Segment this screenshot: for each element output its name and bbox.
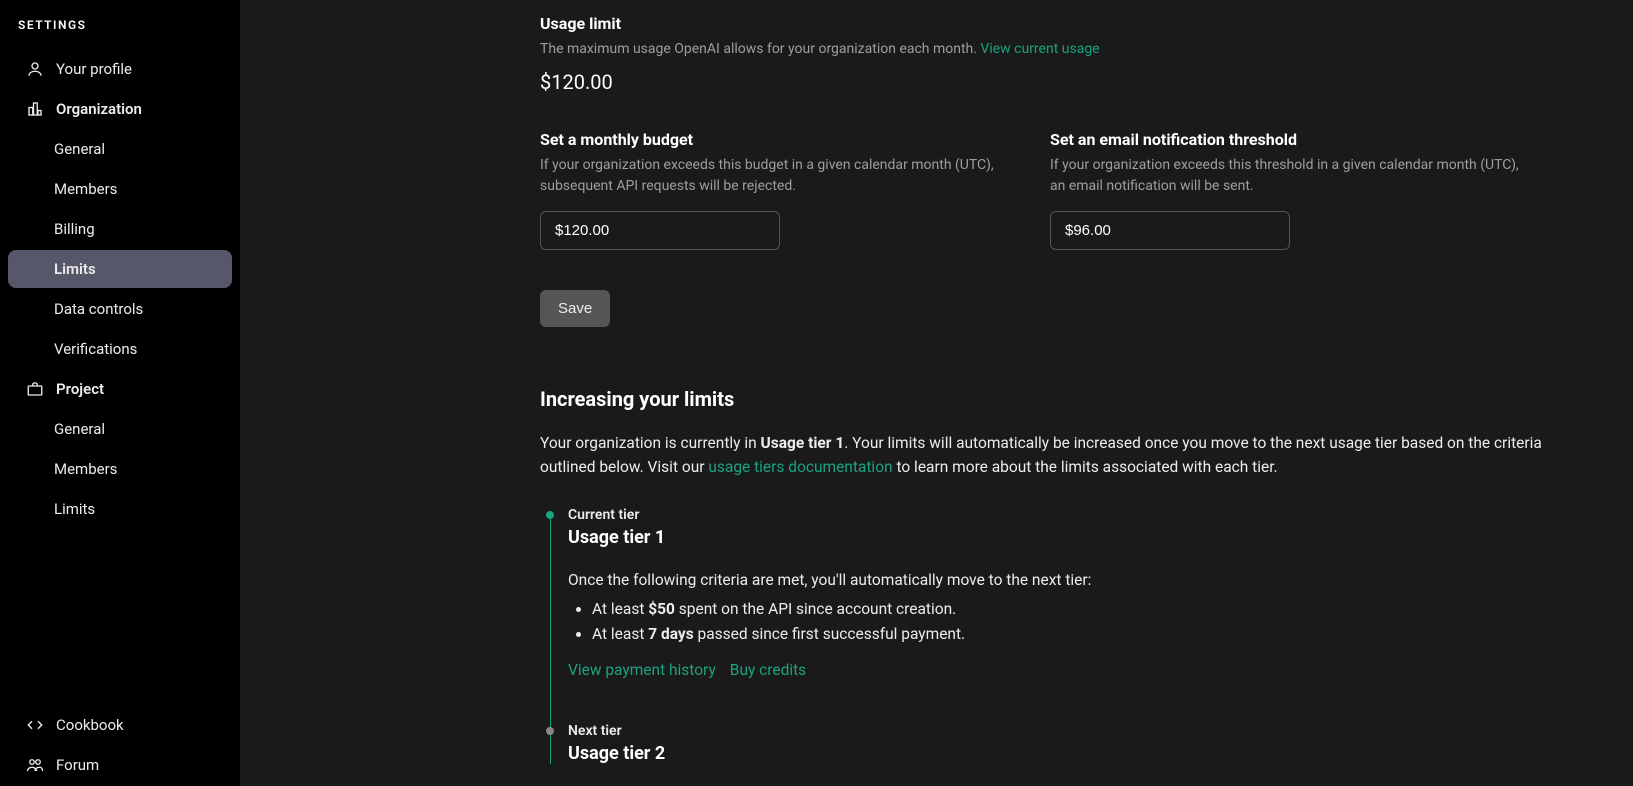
settings-sidebar: SETTINGS Your profile Organization Gener… bbox=[0, 0, 240, 786]
increasing-paragraph: Your organization is currently in Usage … bbox=[540, 431, 1573, 479]
sidebar-item-label: General bbox=[54, 140, 105, 158]
sidebar-item-org-general[interactable]: General bbox=[8, 130, 232, 168]
increasing-limits-section: Increasing your limits Your organization… bbox=[540, 387, 1573, 764]
usage-limit-desc: The maximum usage OpenAI allows for your… bbox=[540, 39, 1573, 60]
sidebar-item-label: Your profile bbox=[56, 60, 132, 78]
current-tier-name: Usage tier 1 bbox=[568, 527, 1573, 548]
current-tier-block: Current tier Usage tier 1 Once the follo… bbox=[568, 507, 1573, 683]
building-icon bbox=[26, 100, 44, 118]
sidebar-item-label: Data controls bbox=[54, 300, 143, 318]
criteria-spend: At least $50 spent on the API since acco… bbox=[592, 597, 1573, 622]
email-threshold-block: Set an email notification threshold If y… bbox=[1050, 130, 1520, 250]
sidebar-item-label: Members bbox=[54, 180, 117, 198]
sidebar-item-label: Billing bbox=[54, 220, 95, 238]
sidebar-item-label: Verifications bbox=[54, 340, 137, 358]
code-icon bbox=[26, 716, 44, 734]
next-tier-label: Next tier bbox=[568, 723, 1573, 739]
usage-tiers-doc-link[interactable]: usage tiers documentation bbox=[708, 458, 892, 476]
user-icon bbox=[26, 60, 44, 78]
current-tier-label: Current tier bbox=[568, 507, 1573, 523]
sidebar-item-forum[interactable]: Forum bbox=[8, 746, 232, 784]
sidebar-item-label: Limits bbox=[54, 500, 95, 518]
current-tier-dot-icon bbox=[546, 511, 554, 519]
sidebar-header: SETTINGS bbox=[0, 12, 240, 50]
sidebar-item-proj-members[interactable]: Members bbox=[8, 450, 232, 488]
increasing-heading: Increasing your limits bbox=[540, 387, 1573, 411]
sidebar-item-label: Project bbox=[56, 380, 104, 398]
sidebar-item-project[interactable]: Project bbox=[8, 370, 232, 408]
people-icon bbox=[26, 756, 44, 774]
email-threshold-input[interactable] bbox=[1050, 211, 1290, 250]
next-tier-name: Usage tier 2 bbox=[568, 743, 1573, 764]
sidebar-item-label: General bbox=[54, 420, 105, 438]
view-payment-history-link[interactable]: View payment history bbox=[568, 658, 716, 683]
sidebar-item-org-billing[interactable]: Billing bbox=[8, 210, 232, 248]
sidebar-item-org-verifications[interactable]: Verifications bbox=[8, 330, 232, 368]
monthly-budget-desc: If your organization exceeds this budget… bbox=[540, 155, 1010, 197]
usage-limit-title: Usage limit bbox=[540, 14, 1573, 33]
sidebar-item-org-data-controls[interactable]: Data controls bbox=[8, 290, 232, 328]
main-content: Usage limit The maximum usage OpenAI all… bbox=[240, 0, 1633, 786]
monthly-budget-title: Set a monthly budget bbox=[540, 130, 1010, 149]
email-threshold-title: Set an email notification threshold bbox=[1050, 130, 1520, 149]
briefcase-icon bbox=[26, 380, 44, 398]
buy-credits-link[interactable]: Buy credits bbox=[730, 658, 806, 683]
monthly-budget-block: Set a monthly budget If your organizatio… bbox=[540, 130, 1010, 250]
save-button[interactable]: Save bbox=[540, 290, 610, 327]
view-current-usage-link[interactable]: View current usage bbox=[980, 41, 1099, 57]
current-tier-body: Once the following criteria are met, you… bbox=[568, 568, 1573, 683]
sidebar-item-organization[interactable]: Organization bbox=[8, 90, 232, 128]
email-threshold-desc: If your organization exceeds this thresh… bbox=[1050, 155, 1520, 197]
sidebar-item-cookbook[interactable]: Cookbook bbox=[8, 706, 232, 744]
next-tier-block: Next tier Usage tier 2 bbox=[568, 723, 1573, 764]
criteria-days: At least 7 days passed since first succe… bbox=[592, 622, 1573, 647]
tier-timeline: Current tier Usage tier 1 Once the follo… bbox=[540, 507, 1573, 764]
sidebar-item-label: Cookbook bbox=[56, 716, 124, 734]
sidebar-item-profile[interactable]: Your profile bbox=[8, 50, 232, 88]
sidebar-item-org-limits[interactable]: Limits bbox=[8, 250, 232, 288]
sidebar-item-proj-limits[interactable]: Limits bbox=[8, 490, 232, 528]
sidebar-item-label: Limits bbox=[54, 260, 96, 278]
sidebar-item-proj-general[interactable]: General bbox=[8, 410, 232, 448]
monthly-budget-input[interactable] bbox=[540, 211, 780, 250]
next-tier-dot-icon bbox=[546, 727, 554, 735]
sidebar-item-label: Members bbox=[54, 460, 117, 478]
sidebar-item-label: Organization bbox=[56, 100, 142, 118]
sidebar-item-label: Forum bbox=[56, 756, 99, 774]
usage-limit-value: $120.00 bbox=[540, 70, 1573, 94]
sidebar-item-org-members[interactable]: Members bbox=[8, 170, 232, 208]
